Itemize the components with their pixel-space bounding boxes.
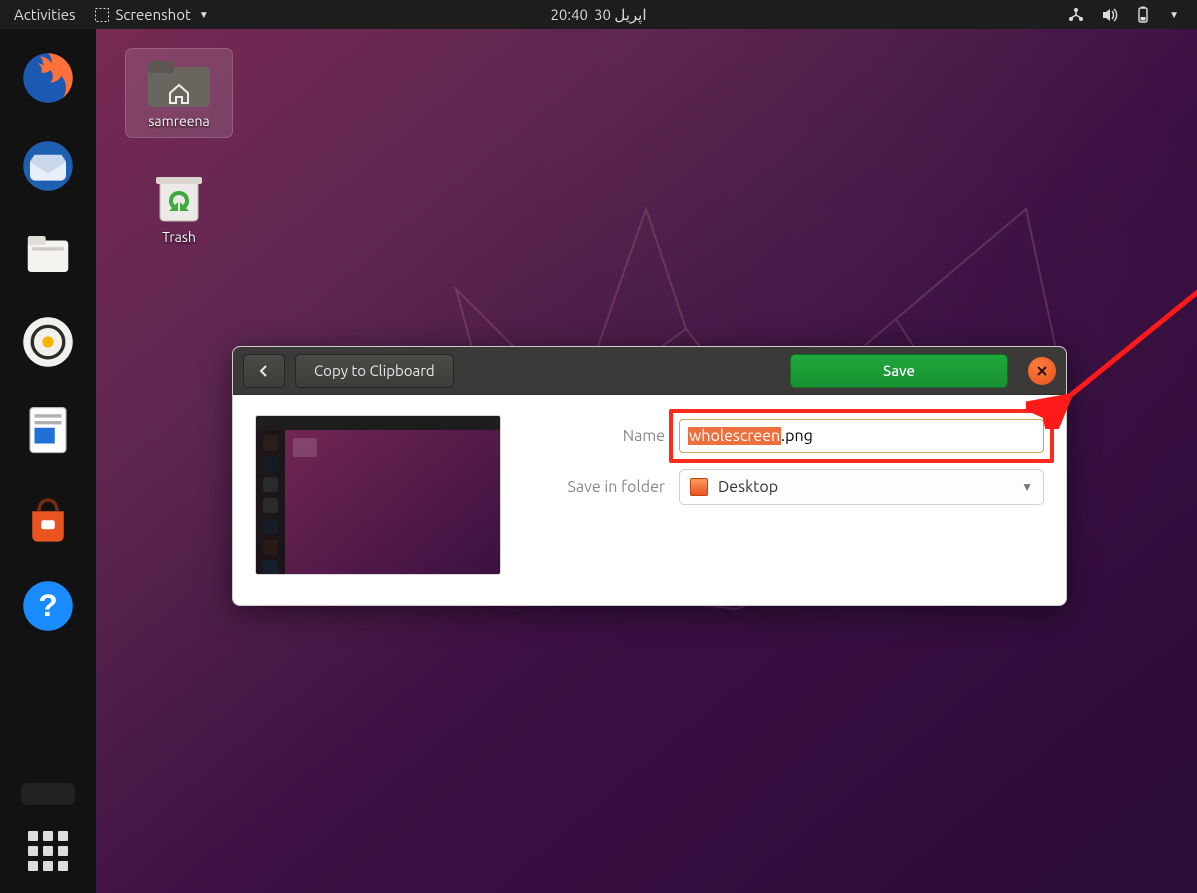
chevron-down-icon: ▼ [199, 9, 209, 21]
filename-input[interactable]: wholescreen.png [679, 419, 1044, 453]
top-panel: Activities Screenshot ▼ 20:40 اپریل 30 ▼ [0, 0, 1197, 29]
dock-writer[interactable] [17, 399, 79, 461]
svg-text:?: ? [38, 587, 57, 623]
battery-icon[interactable] [1135, 6, 1151, 24]
rhythmbox-icon [21, 315, 75, 369]
dock-overflow[interactable] [21, 783, 75, 805]
desktop-icon-label: Trash [162, 229, 196, 245]
chevron-down-icon: ▼ [1021, 480, 1033, 494]
save-folder-select[interactable]: Desktop ▼ [679, 469, 1044, 505]
show-applications-button[interactable] [28, 831, 68, 871]
folder-label: Save in folder [543, 478, 665, 496]
volume-icon[interactable] [1101, 6, 1119, 24]
clock[interactable]: 20:40 اپریل 30 [550, 6, 646, 24]
close-button[interactable] [1028, 357, 1056, 385]
app-menu[interactable]: Screenshot ▼ [94, 6, 209, 23]
save-screenshot-dialog: Copy to Clipboard Save Name wholescreen.… [232, 346, 1067, 606]
writer-icon [21, 403, 75, 457]
software-icon [21, 491, 75, 545]
chevron-left-icon [257, 364, 271, 378]
screenshot-thumbnail [255, 415, 501, 575]
close-icon [1036, 365, 1048, 377]
name-label: Name [543, 427, 665, 445]
dock-software[interactable] [17, 487, 79, 549]
dock-help[interactable]: ? [17, 575, 79, 637]
firefox-icon [21, 51, 75, 105]
desktop-icon-label: samreena [148, 113, 209, 129]
thunderbird-icon [21, 139, 75, 193]
dock-firefox[interactable] [17, 47, 79, 109]
folder-value: Desktop [718, 478, 778, 496]
trash-icon [146, 171, 212, 225]
dock-thunderbird[interactable] [17, 135, 79, 197]
filename-suffix: .png [781, 427, 813, 445]
desktop-trash[interactable]: Trash [126, 165, 232, 253]
screenshot-icon [94, 7, 110, 23]
save-button[interactable]: Save [790, 354, 1008, 388]
copy-to-clipboard-button[interactable]: Copy to Clipboard [295, 354, 454, 388]
activities-button[interactable]: Activities [14, 6, 76, 23]
folder-home-icon [146, 55, 212, 109]
dock-files[interactable] [17, 223, 79, 285]
filename-selected-text: wholescreen [688, 427, 781, 445]
dialog-header: Copy to Clipboard Save [233, 347, 1066, 395]
desktop-home-folder[interactable]: samreena [126, 49, 232, 137]
network-icon[interactable] [1067, 6, 1085, 24]
clock-date: اپریل 30 [594, 6, 647, 24]
help-icon: ? [21, 579, 75, 633]
app-menu-label: Screenshot [116, 6, 191, 23]
clock-time: 20:40 [550, 6, 588, 24]
back-button[interactable] [243, 354, 285, 388]
dock-rhythmbox[interactable] [17, 311, 79, 373]
system-menu-chevron-icon[interactable]: ▼ [1169, 9, 1179, 21]
folder-icon [690, 478, 708, 496]
dock: ? [0, 29, 96, 893]
files-icon [21, 227, 75, 281]
